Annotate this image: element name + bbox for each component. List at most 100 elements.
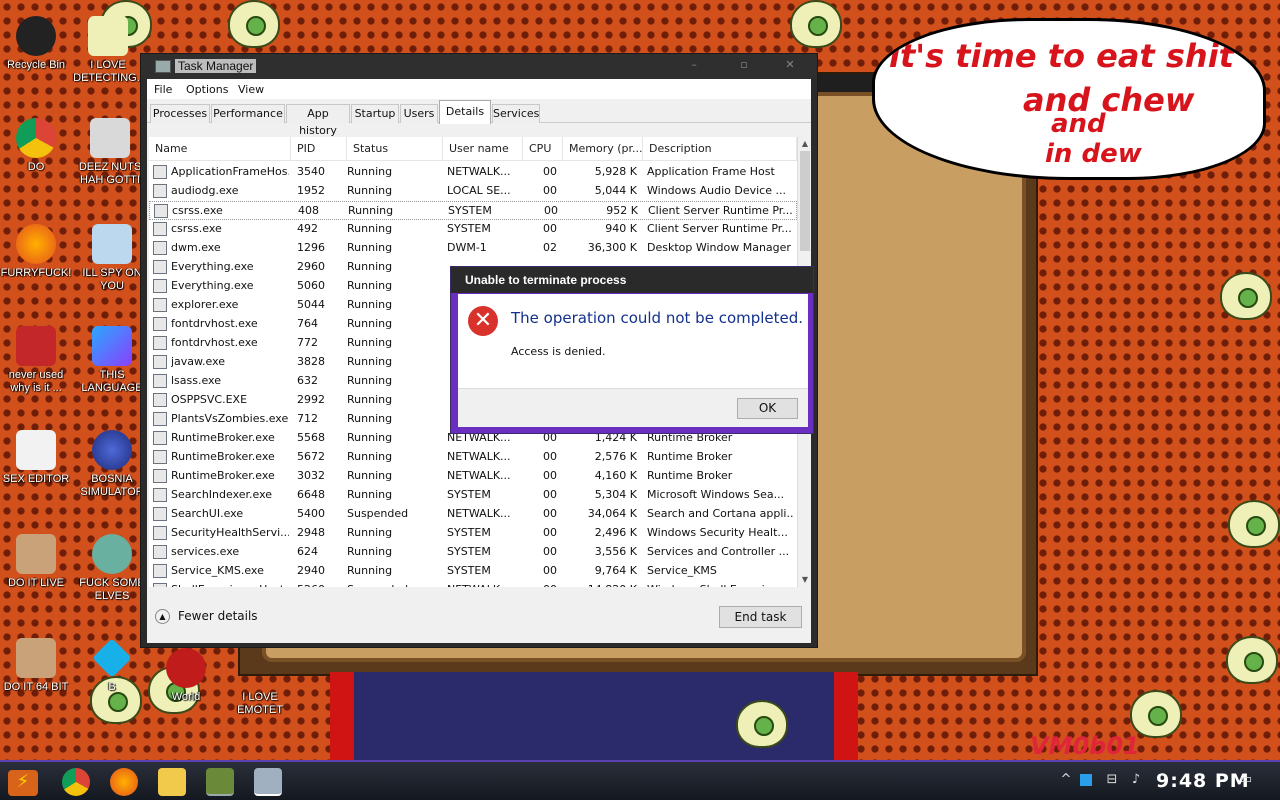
taskbar-task-manager-icon[interactable] [254,768,282,796]
process-icon [153,412,167,426]
taskbar-game-icon[interactable] [206,768,234,796]
cell-pid: 6648 [297,488,325,501]
menu-view[interactable]: View [238,83,264,96]
table-row[interactable]: audiodg.exe 1952 Running LOCAL SE... 00 5,044… [149,182,797,201]
cell-process-name: lsass.exe [171,374,221,387]
minimize-button[interactable]: – [681,58,707,74]
task-manager-titlebar[interactable]: Task Manager – ▫ ✕ [141,54,817,79]
cell-memory: 36,300 K [587,241,637,254]
table-row[interactable]: services.exe 624 Running SYSTEM 00 3,556 K Ser… [149,543,797,562]
maximize-button[interactable]: ▫ [731,58,757,74]
taskbar-chrome-icon[interactable] [62,768,90,796]
taskbar-clock[interactable]: 9:48 PM [1156,770,1250,792]
cell-cpu: 00 [523,583,557,587]
column-header-name[interactable]: Name [149,137,291,161]
column-header-pid[interactable]: PID [291,137,347,161]
cell-memory: 5,304 K [594,488,637,501]
close-button[interactable]: ✕ [777,58,803,74]
desktop-icon-do-it-live[interactable]: DO IT LIVE [0,534,72,590]
desktop-icon-elves[interactable]: FUCK SOME ELVES [76,534,148,603]
tab-processes[interactable]: Processes [150,104,210,123]
cell-process-name: RuntimeBroker.exe [171,450,275,463]
scroll-up-icon[interactable]: ▲ [798,137,812,151]
desktop-icon-label: I LOVE EMOTET [237,691,283,716]
desktop-icon-bosnia[interactable]: BOSNIA SIMULATOR [76,430,148,499]
table-row[interactable]: dwm.exe 1296 Running DWM-1 02 36,300 K Desktop… [149,239,797,258]
column-header-memory[interactable]: Memory (pr... [563,137,643,161]
desktop-icon-chrome[interactable]: DO [0,118,72,174]
table-row[interactable]: SecurityHealthServi... 2948 Running SYSTEM 0… [149,524,797,543]
table-row[interactable]: csrss.exe 492 Running SYSTEM 00 940 K Client S… [149,220,797,239]
cell-pid: 624 [297,545,318,558]
table-row[interactable]: ShellExperienceHost... 5260Suspended NETWA… [149,581,797,587]
tab-services[interactable]: Services [492,104,540,123]
column-header-status[interactable]: Status [347,137,443,161]
cell-status: Running [347,279,393,292]
speech-line: in dew [1045,139,1142,169]
taskbar-file-explorer-icon[interactable] [158,768,186,796]
desktop-icon-b[interactable]: B [76,638,148,694]
desktop-icon-deez[interactable]: DEEZ NUTS HAH GOTTI [74,118,146,187]
desktop-icon-emotet[interactable]: I LOVE EMOTET [224,648,296,717]
dialog-footer: OK [458,388,808,427]
chevron-up-icon[interactable]: ^ [1058,772,1074,788]
tab-startup[interactable]: Startup [351,104,399,123]
column-header-description[interactable]: Description [643,137,797,161]
error-dialog[interactable]: Unable to terminate process ✕ The operat… [450,266,814,434]
start-button[interactable]: ⚡ [8,770,38,796]
defender-icon[interactable] [1080,774,1092,786]
cell-description: Service_KMS [647,564,717,577]
desktop-icon-detecting[interactable]: I LOVE DETECTING.. [72,16,144,85]
column-header-cpu[interactable]: CPU [523,137,563,161]
cell-memory: 2,496 K [594,526,637,539]
ok-button[interactable]: OK [737,398,798,419]
volume-icon[interactable]: ♪ [1128,772,1144,788]
desktop-icon-goland[interactable]: THIS LANGUAGE [76,326,148,395]
cell-process-name: dwm.exe [171,241,221,254]
end-task-button[interactable]: End task [719,606,802,628]
desktop-icon-devcpp[interactable]: never used why is it ... [0,326,72,395]
process-icon [153,355,167,369]
process-icon [153,336,167,350]
desktop-icon-recycle-bin[interactable]: Recycle Bin [0,16,72,72]
table-row[interactable]: csrss.exe 408 Running SYSTEM 00 952 K Client S… [149,201,797,220]
cell-status: Running [347,260,393,273]
diamond-icon [92,638,132,678]
desktop-icon-label: World [171,691,201,703]
scroll-down-icon[interactable]: ▼ [798,573,812,587]
menu-file[interactable]: File [154,83,172,96]
desktop-icon-64bit[interactable]: DO IT 64 BIT [0,638,72,694]
table-row[interactable]: Service_KMS.exe 2940 Running SYSTEM 00 9,764 … [149,562,797,581]
tab-details[interactable]: Details [439,100,491,124]
table-row[interactable]: RuntimeBroker.exe 5672 Running NETWALK... 00… [149,448,797,467]
scroll-thumb[interactable] [800,151,810,251]
cell-user-name: SYSTEM [448,204,492,217]
desktop-icon-hxd[interactable]: SEX EDITOR [0,430,72,486]
column-header-user[interactable]: User name [443,137,523,161]
desktop-icon-world[interactable]: World [150,648,222,704]
cell-pid: 5672 [297,450,325,463]
taskbar-firefox-icon[interactable] [110,768,138,796]
table-row[interactable]: SearchIndexer.exe 6648 Running SYSTEM 00 5,30… [149,486,797,505]
cell-description: Windows Security Healt... [647,526,788,539]
cell-status: Running [347,222,393,235]
cell-user-name: NETWALK... [447,469,511,482]
tab-app-history[interactable]: App history [286,104,350,137]
table-row[interactable]: RuntimeBroker.exe 3032 Running NETWALK... 00… [149,467,797,486]
cell-memory: 5,928 K [594,165,637,178]
cell-pid: 5060 [297,279,325,292]
table-row[interactable]: SearchUI.exe 5400 Suspended NETWALK... 00 34,… [149,505,797,524]
table-row[interactable]: ApplicationFrameHos... 3540 Running NETWALK… [149,163,797,182]
tab-performance[interactable]: Performance [211,104,285,123]
poster-border [834,672,858,764]
tab-users[interactable]: Users [400,104,438,123]
menu-options[interactable]: Options [186,83,228,96]
desktop-icon-spy[interactable]: ILL SPY ON YOU [76,224,148,293]
cell-status: Running [347,526,393,539]
speech-line: it's time to eat shit [889,37,1234,75]
speech-line: and [1051,109,1106,139]
desktop-icon-firefox[interactable]: FURRYFUCK! [0,224,72,280]
notification-icon[interactable]: ▭ [1238,772,1254,788]
network-icon[interactable]: ⊟ [1104,772,1120,788]
fewer-details-button[interactable]: ▲ Fewer details [155,609,258,624]
